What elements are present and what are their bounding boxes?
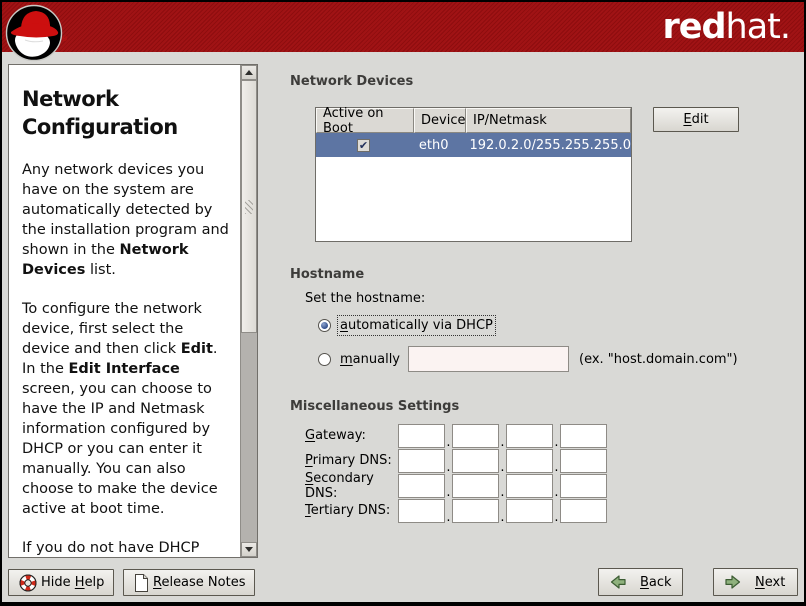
column-header-active-on-boot[interactable]: Active on Boot — [316, 108, 414, 133]
scroll-up-button[interactable] — [241, 65, 257, 80]
installer-window: redhat. ® Network Configuration Any netw… — [0, 0, 806, 606]
redhat-wordmark: redhat. — [662, 5, 790, 49]
secondary-dns-label: Secondary DNS: — [305, 471, 398, 501]
tertiary-dns-octet-2[interactable] — [452, 499, 499, 523]
secondary-dns-row: Secondary DNS: ... — [305, 473, 607, 498]
primary-dns-octet-4[interactable] — [560, 449, 607, 473]
ip-netmask-cell: 192.0.2.0/255.255.255.0 — [461, 138, 631, 153]
wordmark-hat: hat. — [726, 7, 790, 47]
tertiary-dns-octet-3[interactable] — [506, 499, 553, 523]
help-title: Network Configuration — [22, 85, 230, 142]
table-row-eth0[interactable]: ✔ eth0 192.0.2.0/255.255.255.0 — [316, 133, 631, 157]
primary-dns-octet-2[interactable] — [452, 449, 499, 473]
column-header-device[interactable]: Device — [414, 108, 466, 133]
manual-hostname-input[interactable] — [408, 346, 569, 372]
tertiary-dns-octet-4[interactable] — [560, 499, 607, 523]
tertiary-dns-octet-1[interactable] — [398, 499, 445, 523]
primary-dns-row: Primary DNS: ... — [305, 448, 607, 473]
help-paragraph-2: To configure the network device, first s… — [22, 299, 230, 519]
back-button[interactable]: Back — [598, 568, 683, 596]
help-paragraph-3: If you do not have DHCP client access or… — [22, 538, 230, 557]
radio-automatically-dhcp[interactable] — [318, 319, 331, 332]
gateway-row: Gateway: ... — [305, 423, 607, 448]
column-header-ip-netmask[interactable]: IP/Netmask — [466, 108, 631, 133]
gateway-label: Gateway: — [305, 428, 398, 443]
wordmark-red: red — [662, 7, 725, 47]
check-icon: ✔ — [359, 140, 368, 151]
gateway-octet-1[interactable] — [398, 424, 445, 448]
triangle-down-icon — [245, 547, 253, 552]
set-hostname-prompt: Set the hostname: — [305, 291, 425, 306]
help-scrollbar[interactable] — [240, 65, 257, 557]
release-notes-button[interactable]: Release Notes — [123, 569, 255, 596]
redhat-shadowman-logo-icon — [5, 4, 63, 62]
hostname-example-hint: (ex. "host.domain.com") — [579, 352, 738, 367]
secondary-dns-octet-3[interactable] — [506, 474, 553, 498]
primary-dns-label: Primary DNS: — [305, 453, 398, 468]
redhat-banner: redhat. — [2, 2, 804, 52]
table-header-row: Active on Boot Device IP/Netmask — [316, 108, 631, 133]
scroll-down-button[interactable] — [241, 542, 257, 557]
misc-settings-section-label: Miscellaneous Settings — [290, 399, 459, 414]
network-devices-section-label: Network Devices — [290, 74, 413, 89]
registered-trademark: ® — [61, 35, 68, 43]
tertiary-dns-label: Tertiary DNS: — [305, 503, 398, 518]
secondary-dns-octet-2[interactable] — [452, 474, 499, 498]
active-on-boot-cell: ✔ — [316, 139, 411, 152]
next-button[interactable]: Next — [713, 568, 798, 596]
arrow-right-icon — [724, 573, 742, 591]
active-on-boot-checkbox[interactable]: ✔ — [357, 139, 370, 152]
network-devices-table: Active on Boot Device IP/Netmask ✔ eth0 … — [315, 107, 632, 242]
secondary-dns-octet-4[interactable] — [560, 474, 607, 498]
help-paragraph-1: Any network devices you have on the syst… — [22, 160, 230, 280]
radio-label-automatically-dhcp[interactable]: automatically via DHCP — [340, 318, 493, 333]
life-preserver-icon — [18, 573, 38, 593]
primary-dns-octet-3[interactable] — [506, 449, 553, 473]
gateway-octet-3[interactable] — [506, 424, 553, 448]
gateway-octet-4[interactable] — [560, 424, 607, 448]
device-cell: eth0 — [411, 138, 462, 153]
hostname-section-label: Hostname — [290, 267, 364, 282]
tertiary-dns-row: Tertiary DNS: ... — [305, 498, 607, 523]
radio-label-manually[interactable]: manually — [340, 352, 400, 367]
arrow-left-icon — [609, 573, 627, 591]
edit-button[interactable]: Edit — [653, 107, 739, 132]
help-panel: Network Configuration Any network device… — [8, 64, 258, 558]
secondary-dns-octet-1[interactable] — [398, 474, 445, 498]
primary-dns-octet-1[interactable] — [398, 449, 445, 473]
scrollbar-thumb[interactable] — [241, 80, 257, 333]
hide-help-button[interactable]: Hide Help — [8, 569, 114, 596]
triangle-up-icon — [245, 70, 253, 75]
help-text: Network Configuration Any network device… — [9, 65, 240, 557]
gateway-octet-2[interactable] — [452, 424, 499, 448]
radio-manually[interactable] — [318, 353, 331, 366]
document-icon — [133, 573, 150, 593]
